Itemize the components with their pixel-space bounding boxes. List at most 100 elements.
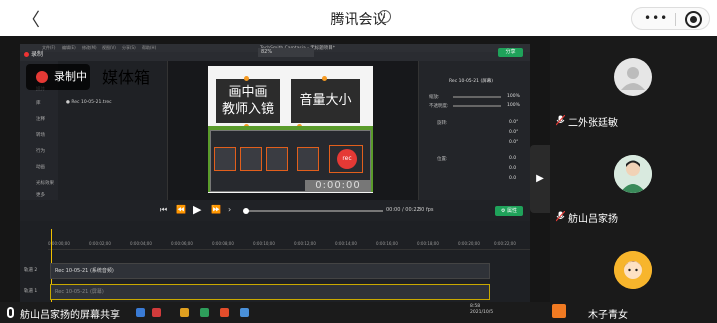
mic-muted-icon [556,211,565,222]
recorder-system-audio-button[interactable] [297,147,319,171]
person-photo-icon [614,155,652,193]
nav-behaviors[interactable]: 行为 [36,148,45,154]
cartoon-avatar-icon [614,251,652,289]
participant-name: 二外张廷敏 [568,118,618,129]
taskbar-app-icon[interactable] [200,308,209,317]
divider [675,13,676,26]
rec-button[interactable]: rec [329,145,363,173]
props-opacity-label: 不透明度: [429,104,449,109]
info-icon[interactable]: i [378,10,391,23]
slide-box-volume: 音量大小 [291,79,360,123]
props-position-label: 位置: [437,157,448,162]
scale-slider[interactable] [453,96,501,98]
opacity-slider[interactable] [453,105,501,107]
play-icon[interactable]: ▶ [193,203,201,216]
ruler-tick: 0:00:14;00 [335,241,357,246]
rotation-x[interactable]: 0.0° [509,140,518,145]
taskbar-app-icon[interactable] [136,308,145,317]
rewind-icon[interactable]: ⏮ [160,205,167,215]
props-scale-label: 缩放: [429,95,440,100]
slide-box-pip: 画中画 教师入镜 [216,79,280,123]
recorder-camera-button[interactable] [240,147,262,171]
nav-annotations[interactable]: 注释 [36,116,45,122]
track-1-clip[interactable]: Rec 10-05-21 (屏幕) [50,284,490,300]
menu-help[interactable]: 帮助(H) [142,45,156,51]
properties-button[interactable]: ⚙ 属性 [495,206,523,216]
record-button[interactable]: 录制 [24,49,43,58]
capsule-menu: ••• [631,7,710,30]
properties-panel: Rec 10-05-21 (屏幕) 缩放: 100% 不透明度: 100% 旋转… [418,61,530,200]
rotation-y[interactable]: 0.0° [509,130,518,135]
menu-view[interactable]: 视图(V) [102,45,116,51]
more-icon[interactable]: ••• [644,11,668,25]
participant-name: 木子青女 [588,310,628,321]
taskbar-app-icon[interactable] [152,308,161,317]
meeting-title: 腾讯会议 [330,12,387,28]
participant-name: 舫山吕家扬 [568,214,618,225]
ruler-tick: 0:00:04;00 [130,241,152,246]
nav-cursor-effects[interactable]: 光标效果 [36,180,54,186]
nav-animations[interactable]: 动画 [36,164,45,170]
fps-label: 30 fps [418,207,434,213]
taskbar-app-icon[interactable] [180,308,189,317]
participants-icon[interactable] [552,304,566,318]
recording-indicator: 录制中 [26,64,90,90]
ruler-tick: 0:00:10;00 [253,241,275,246]
nav-library[interactable]: 库 [36,100,41,106]
track-2-label: 轨道 2 [24,268,38,273]
seek-handle[interactable] [243,208,249,214]
ruler-tick: 0:00:06;00 [171,241,193,246]
meeting-header: 〈 腾讯会议 i ••• [0,0,717,36]
props-clip-name: Rec 10-05-21 (屏幕) [449,79,493,84]
mic-muted-icon [556,115,565,126]
position-z[interactable]: 0.0 [509,176,516,181]
ruler-tick: 0:00:18;00 [417,241,439,246]
step-back-icon[interactable]: ⏪ [176,205,186,214]
opacity-value[interactable]: 100% [507,103,520,108]
recording-timer: 0:00:00 [305,180,371,192]
menu-edit[interactable]: 编辑(E) [62,45,76,51]
screen-share-label: 舫山吕家扬的屏幕共享 [20,310,120,321]
menu-share[interactable]: 分享(S) [122,45,136,51]
ruler-tick: 0:00:12;00 [294,241,316,246]
track-2-clip[interactable]: Rec 10-05-21 (系统音频) [50,263,490,279]
more-button[interactable]: 更多 [36,192,45,198]
props-rotation-label: 旋转: [437,121,448,126]
menu-modify[interactable]: 修改(M) [82,45,97,51]
default-avatar-icon [621,67,645,90]
menu-file[interactable]: 文件(F) [42,45,55,51]
ruler-tick: 0:00:02;00 [89,241,111,246]
collapse-panel-button[interactable]: ▶ [530,145,550,213]
media-bin-title: 媒体箱 [102,68,151,87]
record-dot-icon [36,71,48,83]
taskbar-clock: 8:58 2021/10/5 [470,304,494,315]
position-x[interactable]: 0.0 [509,156,516,161]
taskbar-app-icon[interactable] [220,308,229,317]
position-y[interactable]: 0.0 [509,166,516,171]
avatar[interactable] [614,155,652,193]
taskbar-app-icon[interactable] [240,308,249,317]
scale-value[interactable]: 100% [507,94,520,99]
track-1-label: 轨道 1 [24,289,38,294]
share-button[interactable]: 分享 [498,48,523,57]
rotation-z[interactable]: 0.0° [509,120,518,125]
microphone-icon [7,307,14,318]
handle[interactable] [322,76,327,81]
seek-bar[interactable] [243,208,383,214]
nav-transitions[interactable]: 转场 [36,132,45,138]
handle[interactable] [244,76,249,81]
avatar[interactable] [614,251,652,289]
avatar[interactable] [614,58,652,96]
record-icon [24,52,29,57]
ruler-tick: 0:00:08;00 [212,241,234,246]
zoom-select[interactable]: 82% [258,48,314,57]
recorder-audio-button[interactable] [266,147,288,171]
recorder-area-button[interactable] [214,147,236,171]
timeline-ruler: 0:00:00;00 0:00:02;00 0:00:04;00 0:00:06… [48,238,530,250]
media-item[interactable]: ● Rec 10-05-21.trec [66,100,112,105]
close-target-icon[interactable] [685,11,702,28]
ruler-tick: 0:00:22;00 [494,241,516,246]
ruler-tick: 0:00:20;00 [458,241,480,246]
step-forward-icon[interactable]: ⏩ [211,205,221,214]
next-icon[interactable]: › [228,205,231,214]
